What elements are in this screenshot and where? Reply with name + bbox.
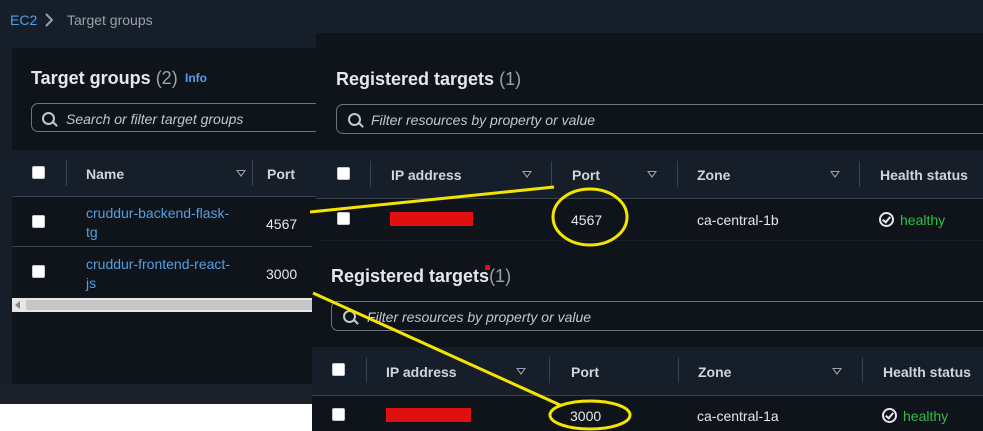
info-link[interactable]: Info: [185, 71, 207, 85]
search-icon: [343, 310, 356, 323]
scroll-left-icon[interactable]: [15, 301, 21, 309]
select-all-checkbox[interactable]: [332, 363, 345, 376]
status-positive-icon: [882, 408, 897, 423]
column-port[interactable]: Port: [267, 166, 295, 182]
breadcrumb-ec2-link[interactable]: EC2: [10, 12, 37, 28]
redacted-ip-address: [386, 408, 471, 422]
status-positive-icon: [879, 212, 894, 227]
sort-icon[interactable]: [832, 368, 842, 375]
column-health-status[interactable]: Health status: [883, 364, 971, 380]
sort-icon[interactable]: [236, 170, 246, 177]
health-status-value: healthy: [900, 212, 946, 228]
sort-icon[interactable]: [647, 171, 657, 178]
column-port[interactable]: Port: [571, 364, 599, 380]
registered-targets-title: Registered targets (1): [336, 69, 522, 89]
target-group-link[interactable]: cruddur-backend-flask-tg: [86, 204, 229, 242]
port-value: 4567: [571, 212, 603, 228]
column-zone[interactable]: Zone: [698, 364, 731, 380]
column-port[interactable]: Port: [572, 167, 600, 183]
breadcrumb-current: Target groups: [67, 12, 153, 28]
row-checkbox[interactable]: [32, 265, 45, 278]
search-icon: [348, 113, 361, 126]
select-all-checkbox[interactable]: [337, 167, 350, 180]
search-placeholder: Filter resources by property or value: [367, 309, 592, 325]
select-all-checkbox[interactable]: [32, 166, 45, 179]
search-placeholder: Filter resources by property or value: [371, 112, 596, 128]
sort-icon[interactable]: [522, 171, 532, 178]
sort-icon[interactable]: [830, 171, 840, 178]
target-groups-search[interactable]: Search or filter target groups: [31, 103, 321, 132]
row-checkbox[interactable]: [337, 212, 350, 225]
search-placeholder: Search or filter target groups: [66, 111, 244, 127]
targets-search[interactable]: Filter resources by property or value: [331, 301, 983, 331]
column-zone[interactable]: Zone: [697, 167, 730, 183]
column-ip-address[interactable]: IP address: [391, 167, 462, 183]
row-checkbox[interactable]: [332, 408, 345, 421]
column-name[interactable]: Name: [86, 166, 124, 182]
registered-targets-panel-top: [316, 33, 983, 240]
port-value: 3000: [570, 408, 602, 424]
column-ip-address[interactable]: IP address: [386, 364, 457, 380]
sort-icon[interactable]: [516, 368, 526, 375]
zone-value: ca-central-1b: [697, 212, 779, 228]
chevron-right-icon: [45, 13, 53, 27]
zone-value: ca-central-1a: [697, 408, 779, 424]
redacted-ip-address: [390, 212, 473, 226]
target-groups-title: Target groups (2): [31, 68, 178, 88]
column-health-status[interactable]: Health status: [880, 167, 968, 183]
horizontal-scrollbar[interactable]: [12, 298, 317, 312]
target-group-link[interactable]: cruddur-frontend-react-js: [86, 255, 230, 293]
health-status-value: healthy: [903, 408, 949, 424]
targets-search[interactable]: Filter resources by property or value: [336, 104, 983, 134]
search-icon: [42, 112, 55, 125]
port-value: 3000: [266, 266, 298, 282]
port-value: 4567: [266, 216, 298, 232]
row-checkbox[interactable]: [32, 215, 45, 228]
